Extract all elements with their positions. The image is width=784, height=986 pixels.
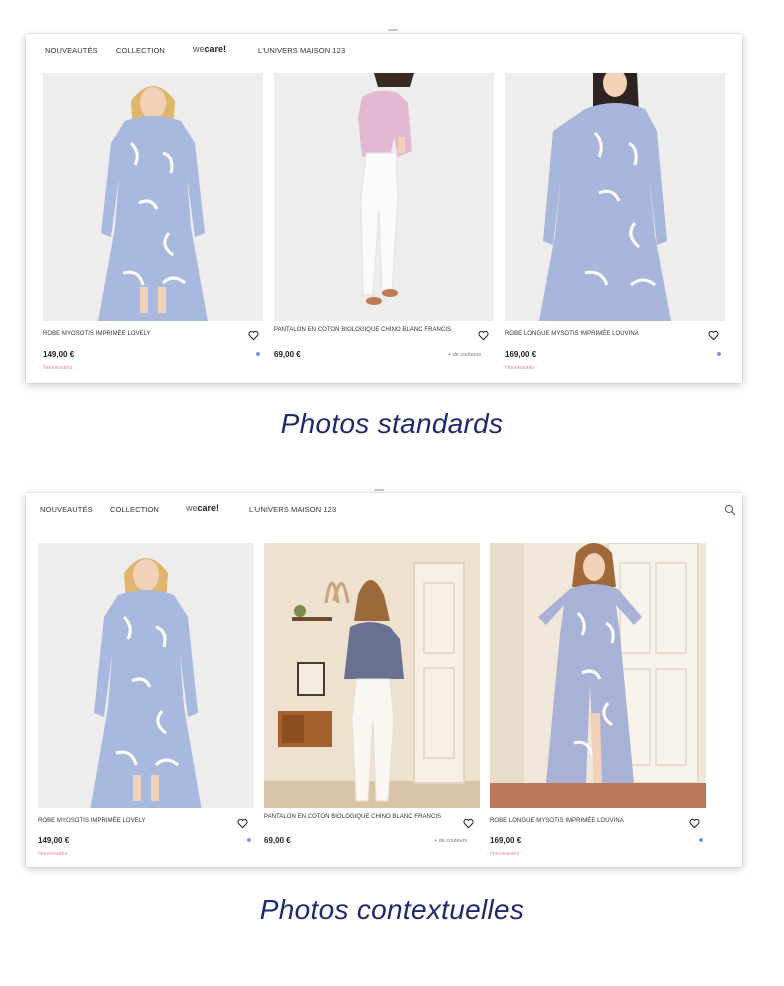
heart-icon[interactable] xyxy=(463,818,474,829)
logo-main: care! xyxy=(197,503,220,513)
heart-icon[interactable] xyxy=(237,818,248,829)
product-card-francis[interactable]: PANTALON EN COTON BIOLOGIQUE CHINO BLANC… xyxy=(264,543,480,861)
product-photo[interactable] xyxy=(264,543,480,808)
new-badge: Nouveautés xyxy=(490,851,520,857)
product-photo[interactable] xyxy=(274,73,494,321)
product-photo[interactable] xyxy=(43,73,263,321)
product-card-louvina[interactable]: ROBE LONGUE MYSOTIS IMPRIMÉE LOUVINA 169… xyxy=(490,543,706,861)
heart-icon[interactable] xyxy=(708,330,719,341)
window-grip xyxy=(374,489,384,491)
product-name[interactable]: PANTALON EN COTON BIOLOGIQUE CHINO BLANC… xyxy=(274,326,469,334)
heart-icon[interactable] xyxy=(689,818,700,829)
nav-item-universe[interactable]: L'UNIVERS MAISON 123 xyxy=(258,46,345,55)
product-name[interactable]: PANTALON EN COTON BIOLOGIQUE CHINO BLANC… xyxy=(264,813,454,821)
caption-contextual-photos: Photos contextuelles xyxy=(259,894,525,925)
window-grip xyxy=(388,29,398,31)
heart-icon[interactable] xyxy=(478,330,489,341)
brand-logo[interactable]: wecare! xyxy=(186,503,219,513)
product-photo[interactable] xyxy=(38,543,254,808)
nav-item-new[interactable]: NOUVEAUTÉS xyxy=(40,505,93,514)
nav-item-universe[interactable]: L'UNIVERS MAISON 123 xyxy=(249,505,336,514)
product-price: 69,00 € xyxy=(264,836,291,845)
product-price: 69,00 € xyxy=(274,350,301,359)
more-colors-link[interactable]: + de couleurs xyxy=(448,352,481,358)
color-swatch[interactable] xyxy=(256,352,260,356)
shop-screenshot-contextual: NOUVEAUTÉS COLLECTION wecare! L'UNIVERS … xyxy=(26,493,742,867)
caption-standard-photos: Photos standards xyxy=(280,408,504,439)
more-colors-link[interactable]: + de couleurs xyxy=(434,838,467,844)
product-photo[interactable] xyxy=(490,543,706,808)
product-name[interactable]: ROBE MYOSOTIS IMPRIMÉE LOVELY xyxy=(43,330,233,338)
logo-prefix: we xyxy=(186,503,198,513)
product-card-lovely[interactable]: ROBE MYOSOTIS IMPRIMÉE LOVELY 149,00 € N… xyxy=(38,543,254,861)
nav-item-new[interactable]: NOUVEAUTÉS xyxy=(45,46,98,55)
product-price: 169,00 € xyxy=(490,836,522,845)
shop-screenshot-standard: NOUVEAUTÉS COLLECTION wecare! L'UNIVERS … xyxy=(26,34,742,383)
color-swatch[interactable] xyxy=(247,838,251,842)
product-card-louvina[interactable]: ROBE LONGUE MYSOTIS IMPRIMÉE LOUVINA 169… xyxy=(505,73,725,373)
top-navigation: NOUVEAUTÉS COLLECTION wecare! L'UNIVERS … xyxy=(26,34,742,68)
heart-icon[interactable] xyxy=(248,330,259,341)
logo-main: care! xyxy=(204,44,227,54)
nav-item-collection[interactable]: COLLECTION xyxy=(110,505,159,514)
product-price: 149,00 € xyxy=(38,836,70,845)
logo-prefix: we xyxy=(193,44,205,54)
product-name[interactable]: ROBE LONGUE MYSOTIS IMPRIMÉE LOUVINA xyxy=(505,330,700,338)
new-badge: Nouveautés xyxy=(505,365,535,371)
product-card-francis[interactable]: PANTALON EN COTON BIOLOGIQUE CHINO BLANC… xyxy=(274,73,494,373)
color-swatch[interactable] xyxy=(699,838,703,842)
color-swatch[interactable] xyxy=(717,352,721,356)
product-price: 149,00 € xyxy=(43,350,75,359)
brand-logo[interactable]: wecare! xyxy=(193,44,226,54)
new-badge: Nouveautés xyxy=(43,365,73,371)
new-badge: Nouveautés xyxy=(38,851,68,857)
nav-item-collection[interactable]: COLLECTION xyxy=(116,46,165,55)
product-card-lovely[interactable]: ROBE MYOSOTIS IMPRIMÉE LOVELY 149,00 € N… xyxy=(43,73,263,373)
product-name[interactable]: ROBE MYOSOTIS IMPRIMÉE LOVELY xyxy=(38,817,228,825)
product-price: 169,00 € xyxy=(505,350,537,359)
top-navigation: NOUVEAUTÉS COLLECTION wecare! L'UNIVERS … xyxy=(26,493,742,527)
product-photo[interactable] xyxy=(505,73,725,321)
search-icon[interactable] xyxy=(724,504,736,516)
product-name[interactable]: ROBE LONGUE MYSOTIS IMPRIMÉE LOUVINA xyxy=(490,817,680,825)
